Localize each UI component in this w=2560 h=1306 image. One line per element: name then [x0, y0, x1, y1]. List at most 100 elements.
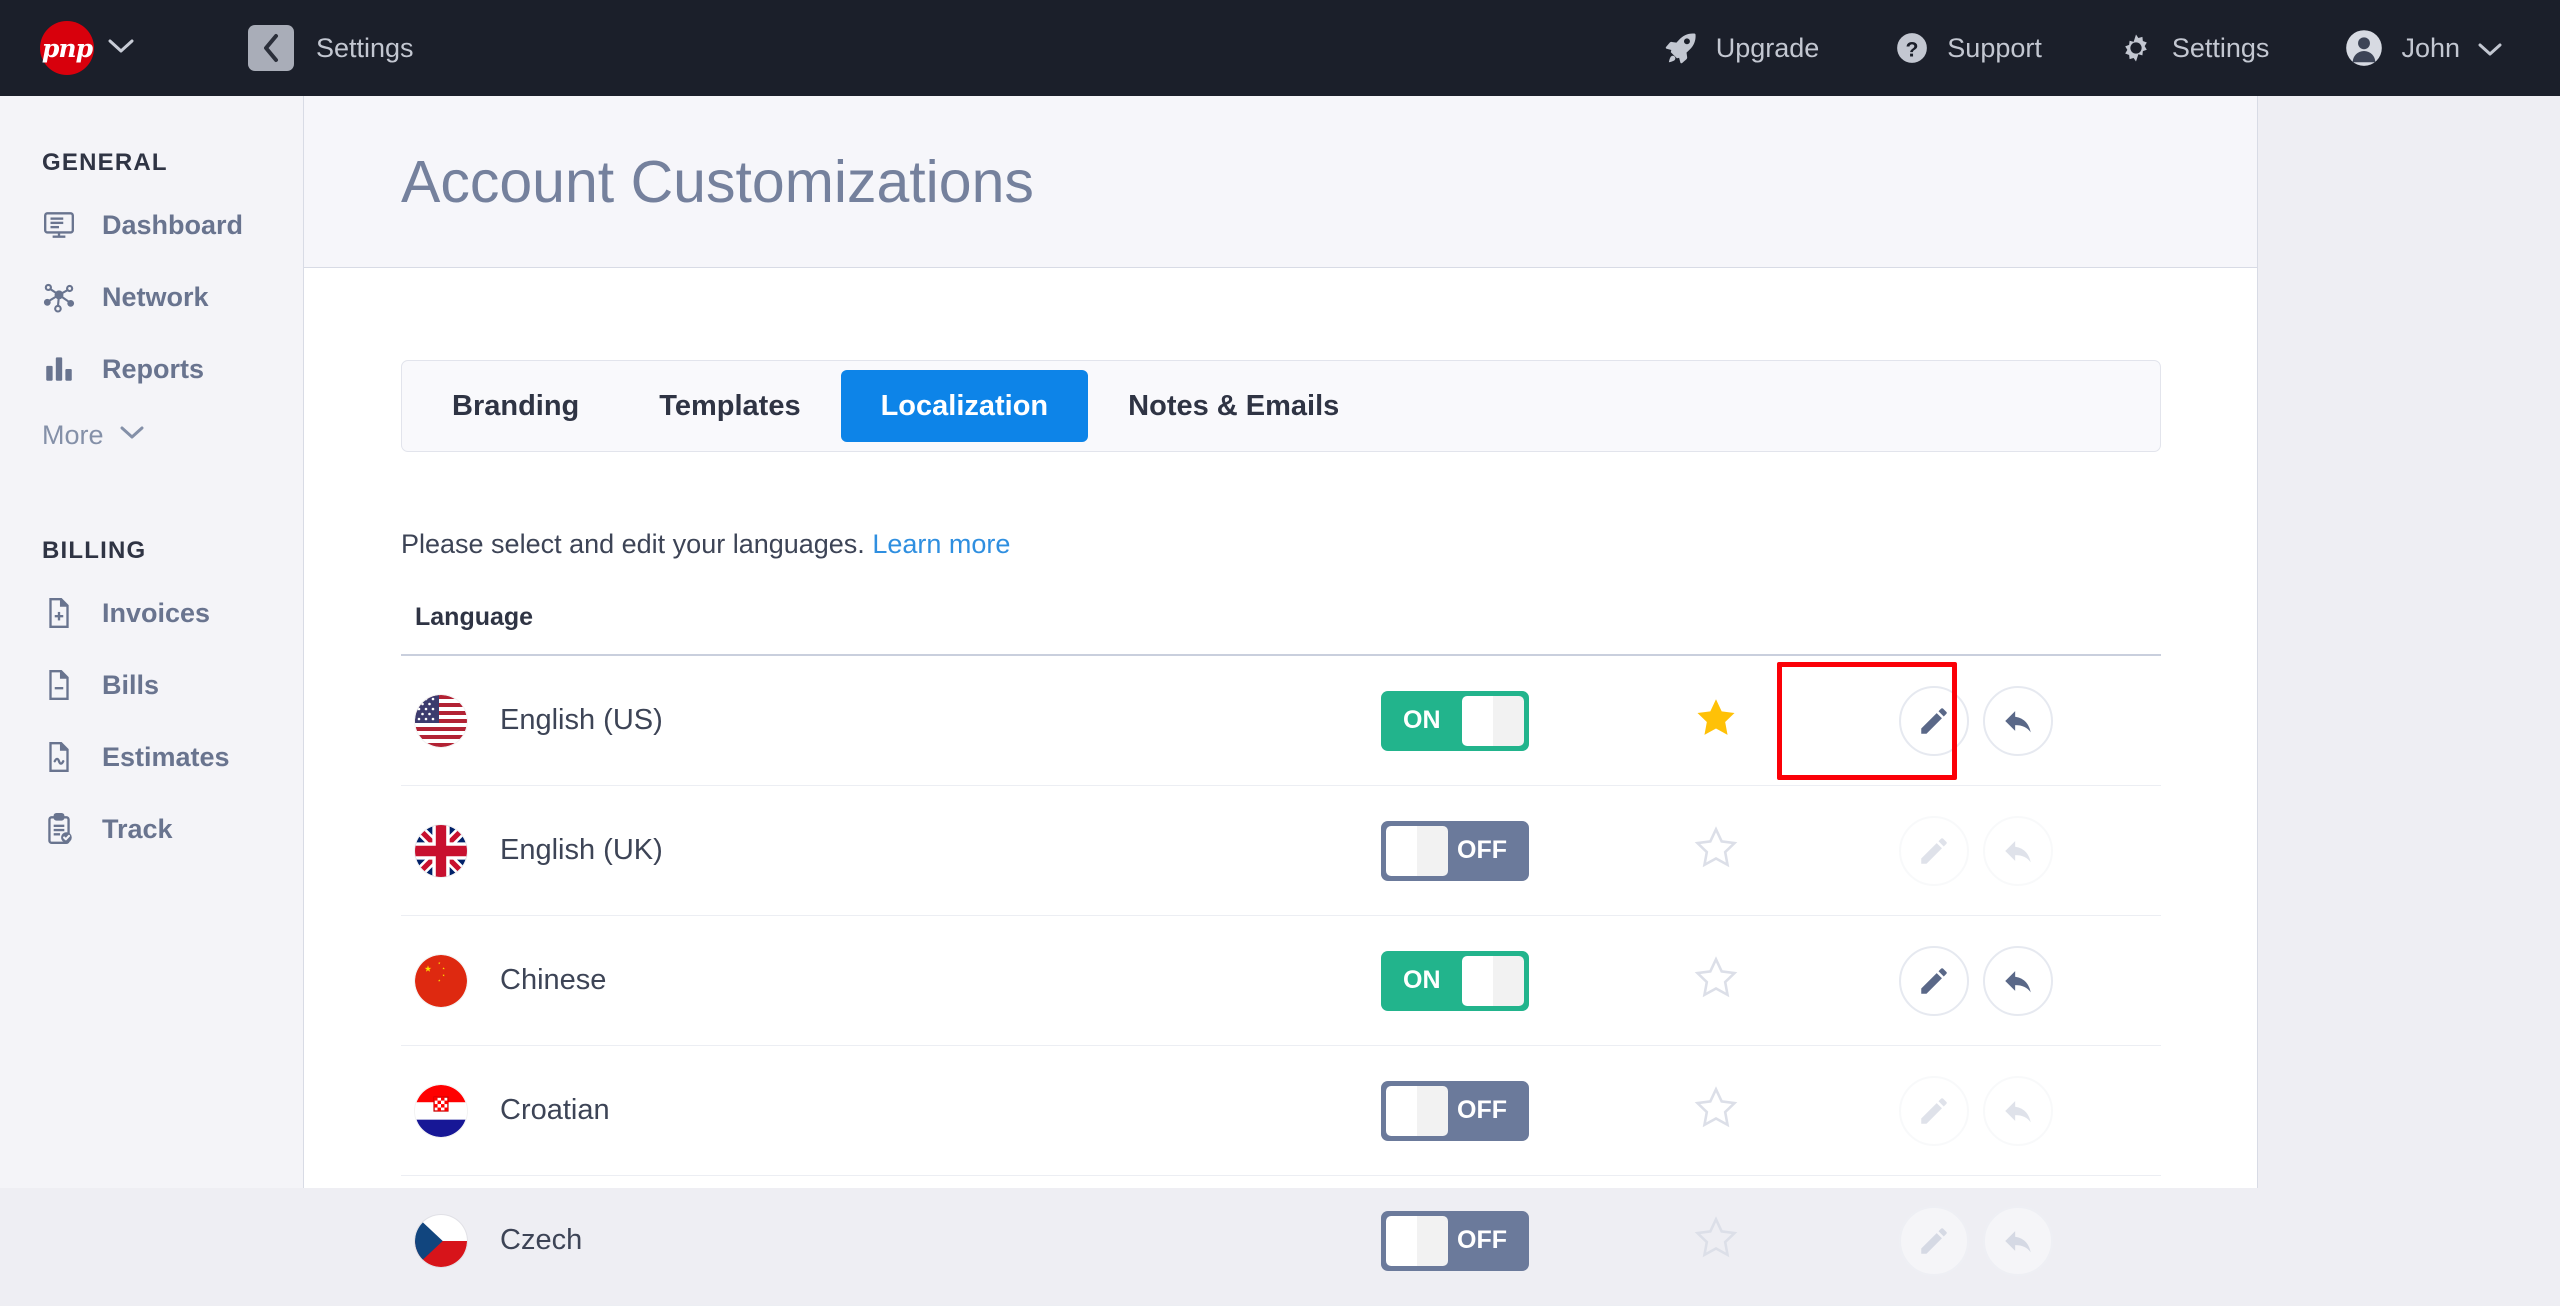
- toggle-state-label: OFF: [1435, 836, 1529, 865]
- tab-templates[interactable]: Templates: [619, 370, 840, 442]
- sidebar-item-label: Track: [102, 814, 173, 845]
- monitor-icon: [42, 208, 84, 242]
- bar-chart-icon: [42, 352, 84, 386]
- top-navigation-bar: pnp Settings Upgrade ?: [0, 0, 2560, 96]
- revert-button[interactable]: [1983, 946, 2053, 1016]
- language-cell: Chinese: [401, 955, 1381, 1007]
- nav-item-user[interactable]: John: [2345, 29, 2502, 67]
- revert-button: [1983, 1076, 2053, 1146]
- sidebar: GENERAL Dashboard Network: [0, 96, 304, 1188]
- star-cell: [1641, 1216, 1791, 1265]
- nav-item-settings[interactable]: Settings: [2118, 30, 2270, 66]
- sidebar-item-label: Reports: [102, 354, 204, 385]
- revert-button: [1983, 1206, 2053, 1276]
- brand-menu[interactable]: pnp: [40, 21, 134, 75]
- language-table: Language: [401, 603, 2161, 1306]
- svg-text:?: ?: [1906, 38, 1919, 62]
- language-toggle[interactable]: OFF: [1381, 821, 1529, 881]
- tab-branding[interactable]: Branding: [412, 370, 619, 442]
- back-button[interactable]: [248, 25, 294, 71]
- undo-arrow-icon: [2001, 964, 2035, 998]
- sidebar-item-invoices[interactable]: Invoices: [0, 577, 303, 649]
- sidebar-item-network[interactable]: Network: [0, 261, 303, 333]
- table-row: Croatian OFF: [401, 1046, 2161, 1176]
- chevron-down-icon[interactable]: [108, 38, 134, 59]
- nav-item-support[interactable]: ? Support: [1895, 31, 2042, 65]
- actions-cell: [1791, 686, 2161, 756]
- network-nodes-icon: [42, 280, 84, 314]
- revert-button: [1983, 816, 2053, 886]
- actions-cell: [1791, 1206, 2161, 1276]
- pencil-icon: [1917, 1224, 1951, 1258]
- toggle-knob: [1462, 696, 1524, 746]
- language-toggle[interactable]: ON: [1381, 951, 1529, 1011]
- language-toggle[interactable]: OFF: [1381, 1211, 1529, 1271]
- toggle-state-label: OFF: [1435, 1226, 1529, 1255]
- language-toggle[interactable]: OFF: [1381, 1081, 1529, 1141]
- actions-cell: [1791, 816, 2161, 886]
- tab-notes-emails[interactable]: Notes & Emails: [1088, 370, 1379, 442]
- language-toggle[interactable]: ON: [1381, 691, 1529, 751]
- star-outline-icon[interactable]: [1694, 826, 1738, 875]
- sidebar-section-billing: BILLING: [42, 537, 303, 565]
- star-filled-icon[interactable]: [1694, 696, 1738, 745]
- star-outline-icon[interactable]: [1694, 1086, 1738, 1135]
- sidebar-section-general: GENERAL: [42, 149, 303, 177]
- back-label: Settings: [316, 33, 414, 64]
- pnp-logo-icon[interactable]: pnp: [40, 21, 94, 75]
- flag-cz-icon: [415, 1215, 467, 1267]
- language-name: Chinese: [500, 964, 606, 997]
- nav-item-upgrade[interactable]: Upgrade: [1664, 31, 1820, 65]
- tab-localization[interactable]: Localization: [841, 370, 1089, 442]
- edit-button[interactable]: [1899, 686, 1969, 756]
- language-cell: English (US): [401, 695, 1381, 747]
- edit-button[interactable]: [1899, 946, 1969, 1016]
- document-plus-icon: [42, 596, 84, 630]
- sidebar-more-toggle[interactable]: More: [0, 405, 303, 465]
- revert-button[interactable]: [1983, 686, 2053, 756]
- sidebar-item-reports[interactable]: Reports: [0, 333, 303, 405]
- chevron-left-icon: [260, 33, 282, 63]
- language-cell: English (UK): [401, 825, 1381, 877]
- sidebar-item-track[interactable]: Track: [0, 793, 303, 865]
- breadcrumb[interactable]: Settings: [248, 25, 414, 71]
- learn-more-link[interactable]: Learn more: [872, 529, 1010, 559]
- star-outline-icon[interactable]: [1694, 1216, 1738, 1265]
- gear-icon: [2118, 30, 2154, 66]
- sidebar-item-dashboard[interactable]: Dashboard: [0, 189, 303, 261]
- chevron-down-icon[interactable]: [2478, 33, 2502, 64]
- undo-arrow-icon: [2001, 1094, 2035, 1128]
- sidebar-item-label: Estimates: [102, 742, 230, 773]
- nav-label-support: Support: [1947, 33, 2042, 64]
- language-name: English (UK): [500, 834, 663, 867]
- flag-hr-icon: [415, 1085, 467, 1137]
- toggle-knob: [1462, 956, 1524, 1006]
- toggle-state-label: OFF: [1435, 1096, 1529, 1125]
- toggle-knob: [1386, 1216, 1448, 1266]
- sidebar-item-label: Invoices: [102, 598, 210, 629]
- pencil-icon: [1917, 1094, 1951, 1128]
- sidebar-item-label: Network: [102, 282, 209, 313]
- toggle-state-label: ON: [1381, 966, 1463, 995]
- language-name: Croatian: [500, 1094, 610, 1127]
- table-row: Czech OFF: [401, 1176, 2161, 1306]
- chevron-down-icon[interactable]: [120, 425, 144, 445]
- tab-bar: Branding Templates Localization Notes & …: [401, 360, 2161, 452]
- table-row: Chinese ON: [401, 916, 2161, 1046]
- sidebar-item-estimates[interactable]: Estimates: [0, 721, 303, 793]
- pencil-icon: [1917, 964, 1951, 998]
- star-outline-icon[interactable]: [1694, 956, 1738, 1005]
- star-cell: [1641, 696, 1791, 745]
- flag-cn-icon: [415, 955, 467, 1007]
- nav-label-user: John: [2401, 33, 2460, 64]
- actions-cell: [1791, 1076, 2161, 1146]
- main-content: Account Customizations Branding Template…: [304, 96, 2258, 1188]
- language-cell: Croatian: [401, 1085, 1381, 1137]
- undo-arrow-icon: [2001, 1224, 2035, 1258]
- star-cell: [1641, 826, 1791, 875]
- star-cell: [1641, 1086, 1791, 1135]
- toggle-cell: ON: [1381, 951, 1641, 1011]
- sidebar-item-bills[interactable]: Bills: [0, 649, 303, 721]
- table-row: English (UK) OFF: [401, 786, 2161, 916]
- question-circle-icon: ?: [1895, 31, 1929, 65]
